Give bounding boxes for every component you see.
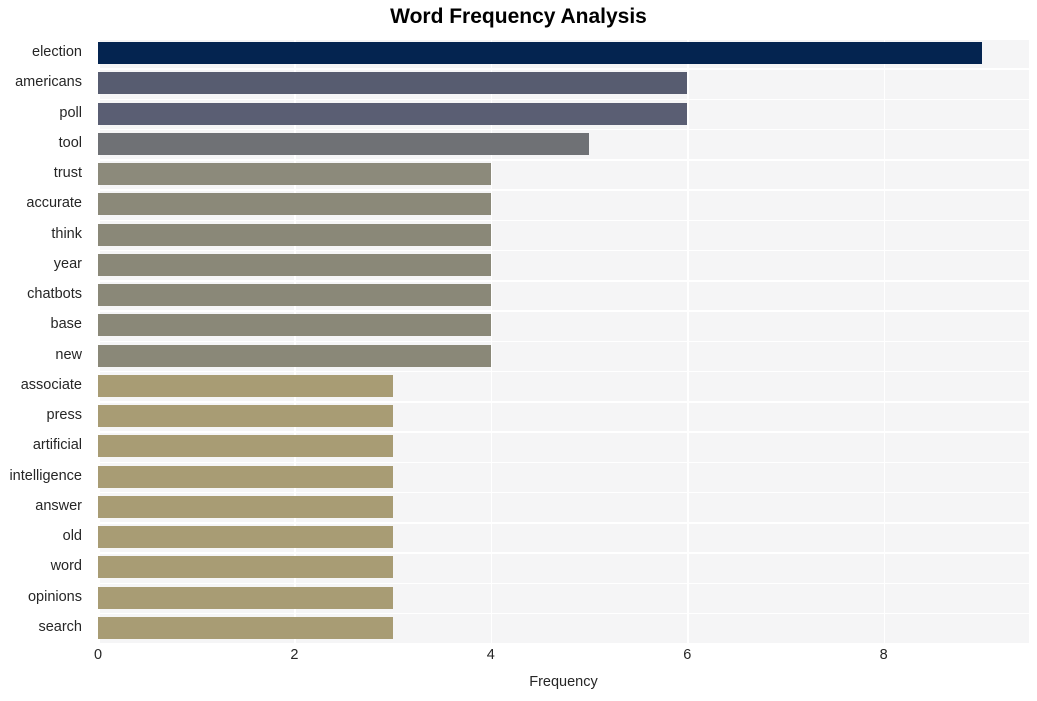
horizontal-gridline bbox=[98, 401, 1029, 403]
vertical-gridline bbox=[294, 38, 296, 643]
y-axis-tick-label: opinions bbox=[27, 588, 82, 605]
bar bbox=[98, 102, 688, 125]
horizontal-gridline bbox=[98, 552, 1029, 554]
y-axis-tick-label: answer bbox=[35, 497, 82, 514]
y-axis-tick-label: press bbox=[46, 407, 82, 424]
bar bbox=[98, 374, 393, 397]
y-axis-tick-label: search bbox=[38, 618, 82, 635]
y-axis-tick-label: artificial bbox=[32, 437, 82, 454]
y-axis-tick-label: accurate bbox=[26, 195, 82, 212]
bar bbox=[98, 132, 590, 155]
y-axis-tick-label: year bbox=[53, 255, 82, 272]
y-axis-tick-label: tool bbox=[58, 134, 82, 151]
bar bbox=[98, 42, 982, 65]
bar bbox=[98, 314, 491, 337]
bar bbox=[98, 163, 491, 186]
y-axis-tick-label: chatbots bbox=[27, 286, 82, 303]
vertical-gridline bbox=[98, 38, 100, 643]
x-axis-tick-labels: 0 2 4 6 8 bbox=[94, 647, 1029, 670]
bar bbox=[98, 253, 491, 276]
bar bbox=[98, 556, 393, 579]
x-axis-label: Frequency bbox=[529, 674, 598, 690]
horizontal-gridline bbox=[98, 370, 1029, 373]
horizontal-gridline bbox=[98, 643, 1029, 645]
bar bbox=[98, 193, 491, 216]
horizontal-gridline bbox=[98, 310, 1029, 312]
y-axis-tick-label: base bbox=[50, 316, 82, 333]
plot-area bbox=[98, 38, 1029, 645]
y-axis-tick-label: new bbox=[55, 346, 82, 363]
y-axis-tick-label: election bbox=[32, 44, 82, 61]
horizontal-gridline bbox=[98, 522, 1029, 524]
word-frequency-chart-figure: Word Frequency Analysis election american… bbox=[0, 0, 1037, 701]
y-axis-tick-label: americans bbox=[15, 74, 82, 91]
y-axis-tick-label: think bbox=[51, 225, 82, 242]
horizontal-gridline bbox=[98, 431, 1029, 433]
y-axis-tick-label: intelligence bbox=[9, 467, 82, 484]
bar bbox=[98, 223, 491, 246]
vertical-gridline bbox=[883, 38, 886, 643]
y-axis-tick-label: word bbox=[50, 558, 82, 575]
x-axis-tick-label: 0 bbox=[93, 647, 103, 663]
horizontal-gridline bbox=[98, 461, 1029, 464]
vertical-gridline bbox=[490, 38, 493, 643]
x-axis-tick-label: 4 bbox=[486, 647, 495, 663]
horizontal-gridline bbox=[98, 98, 1029, 101]
y-axis-tick-label: trust bbox=[53, 165, 82, 182]
horizontal-gridline bbox=[98, 159, 1029, 161]
bar bbox=[98, 284, 491, 307]
x-axis-tick-label: 6 bbox=[683, 647, 692, 663]
horizontal-gridline bbox=[98, 38, 1029, 40]
bar bbox=[98, 586, 393, 609]
x-axis-tick-label: 8 bbox=[879, 647, 888, 663]
bar bbox=[98, 344, 491, 367]
x-axis-tick-label: 2 bbox=[290, 647, 299, 663]
horizontal-gridline bbox=[98, 280, 1029, 282]
bar bbox=[98, 72, 688, 95]
y-axis-tick-labels: election americans poll tool trust accurate th… bbox=[0, 38, 90, 643]
y-axis-tick-label: associate bbox=[20, 376, 82, 393]
bar bbox=[98, 526, 393, 549]
horizontal-gridline bbox=[98, 128, 1029, 131]
horizontal-gridline bbox=[98, 582, 1029, 585]
y-axis-tick-label: old bbox=[62, 528, 82, 545]
horizontal-gridline bbox=[98, 340, 1029, 343]
horizontal-gridline bbox=[98, 189, 1029, 191]
horizontal-gridline bbox=[98, 249, 1029, 252]
bar bbox=[98, 616, 393, 639]
bar bbox=[98, 465, 393, 488]
horizontal-gridline bbox=[98, 68, 1029, 70]
chart-title: Word Frequency Analysis bbox=[390, 5, 647, 28]
bar bbox=[98, 405, 393, 428]
y-axis-tick-label: poll bbox=[59, 104, 82, 121]
bar bbox=[98, 435, 393, 458]
horizontal-gridline bbox=[98, 612, 1029, 615]
vertical-gridline bbox=[687, 38, 689, 643]
bar bbox=[98, 495, 393, 518]
horizontal-gridline bbox=[98, 491, 1029, 494]
horizontal-gridline bbox=[98, 219, 1029, 222]
